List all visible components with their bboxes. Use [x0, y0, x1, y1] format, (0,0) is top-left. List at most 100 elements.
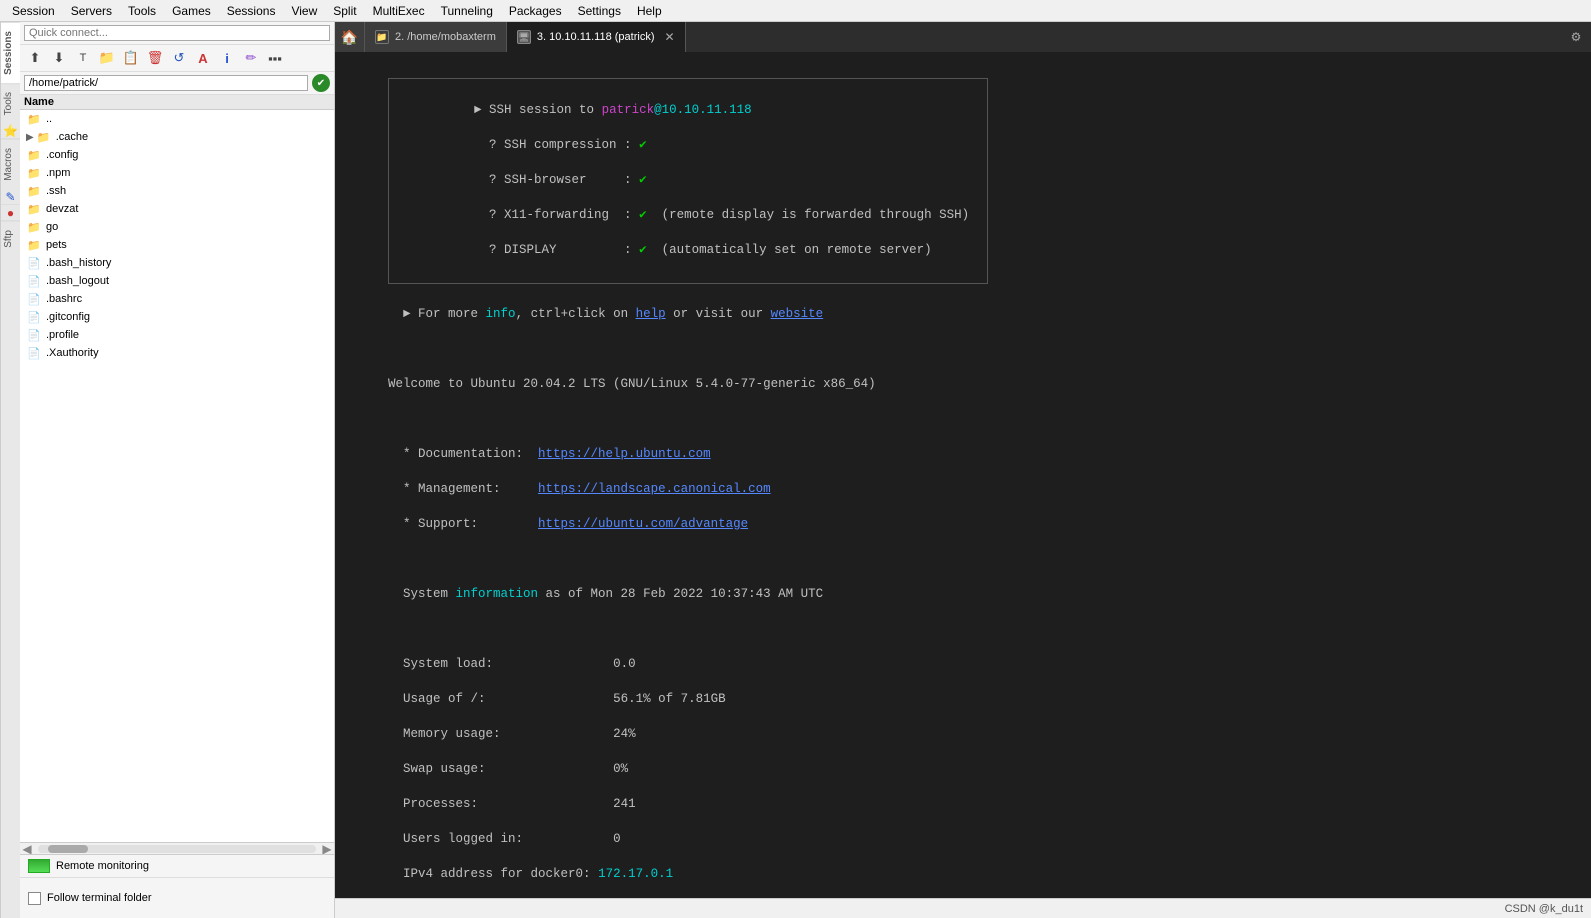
file-item-bash-history[interactable]: 📄 .bash_history [20, 254, 334, 272]
folder-icon: 📁 [26, 112, 42, 126]
support-link[interactable]: https://ubuntu.com/advantage [538, 517, 748, 531]
file-list[interactable]: 📁 .. ▶ 📁 .cache 📁 .config 📁 .npm 📁 .ssh [20, 110, 334, 842]
menu-servers[interactable]: Servers [63, 2, 120, 20]
sidebar-tab-tools[interactable]: Tools [1, 83, 20, 123]
path-bar: ✔ [20, 72, 334, 95]
tabs-bar: 🏠 📁 2. /home/mobaxterm 🖥 3. 10.10.11.118… [335, 22, 1591, 52]
toolbar-upload[interactable]: ⬆ [24, 47, 46, 69]
folder-icon: 📁 [26, 238, 42, 252]
toolbar-highlight[interactable]: ✏ [240, 47, 262, 69]
toolbar-info[interactable]: i [216, 47, 238, 69]
right-area: 🏠 📁 2. /home/mobaxterm 🖥 3. 10.10.11.118… [335, 22, 1591, 918]
sidebar-dot-icon[interactable]: ● [1, 205, 20, 221]
file-icon: 📄 [26, 346, 42, 360]
script-icon: 📄 [26, 256, 42, 270]
tab-2-close[interactable]: ✕ [664, 30, 674, 44]
status-text: CSDN @k_du1t [1505, 903, 1583, 915]
menu-packages[interactable]: Packages [501, 2, 570, 20]
path-ok-button[interactable]: ✔ [312, 74, 330, 92]
file-name: .bash_history [46, 257, 111, 269]
sidebar-tab-sessions[interactable]: Sessions [1, 22, 20, 83]
file-panel: ⬆ ⬇ T 📁 📋 🗑 ↺ A i ✏ ▪▪▪ ✔ Name 📁 .. [20, 22, 335, 918]
menu-multiexec[interactable]: MultiExec [365, 2, 433, 20]
file-item-cache[interactable]: ▶ 📁 .cache [20, 128, 334, 146]
file-icon: 📄 [26, 310, 42, 324]
file-item-gitconfig[interactable]: 📄 .gitconfig [20, 308, 334, 326]
file-panel-hscrollbar[interactable]: ◀ ▶ [20, 842, 334, 854]
sidebar-pencil-icon[interactable]: ✎ [1, 189, 20, 205]
vertical-sidebar-tabs: Sessions Tools ⭐ Macros ✎ ● Sftp [0, 22, 20, 918]
menu-settings[interactable]: Settings [570, 2, 629, 20]
toolbar-copy[interactable]: 📋 [120, 47, 142, 69]
file-item-profile[interactable]: 📄 .profile [20, 326, 334, 344]
tab-settings-button[interactable]: ⚙ [1561, 22, 1591, 52]
file-item-ssh[interactable]: 📁 .ssh [20, 182, 334, 200]
quick-connect-input[interactable] [24, 25, 330, 41]
toolbar-more[interactable]: ▪▪▪ [264, 47, 286, 69]
follow-terminal-checkbox[interactable] [28, 892, 41, 905]
folder-icon: 📁 [26, 166, 42, 180]
monitor-icon [28, 859, 50, 873]
file-name: .bash_logout [46, 275, 109, 287]
file-name: devzat [46, 203, 78, 215]
folder-icon: 📁 [26, 202, 42, 216]
sidebar-star-icon[interactable]: ⭐ [1, 123, 20, 139]
file-item-pets[interactable]: 📁 pets [20, 236, 334, 254]
toolbar-edit[interactable]: A [192, 47, 214, 69]
mgmt-link[interactable]: https://landscape.canonical.com [538, 482, 771, 496]
follow-terminal-option[interactable]: Follow terminal folder [20, 878, 334, 918]
file-name: .profile [46, 329, 79, 341]
sidebar-tab-macros[interactable]: Macros [1, 139, 20, 189]
file-item-go[interactable]: 📁 go [20, 218, 334, 236]
file-item-config[interactable]: 📁 .config [20, 146, 334, 164]
doc-link[interactable]: https://help.ubuntu.com [538, 447, 711, 461]
file-toolbar: ⬆ ⬇ T 📁 📋 🗑 ↺ A i ✏ ▪▪▪ [20, 45, 334, 72]
tab-folder-icon: 📁 [375, 30, 389, 44]
file-item-bashrc[interactable]: 📄 .bashrc [20, 290, 334, 308]
tab-1-label: 2. /home/mobaxterm [395, 31, 496, 43]
toolbar-refresh[interactable]: ↺ [168, 47, 190, 69]
file-name: .cache [56, 131, 88, 143]
menu-sessions[interactable]: Sessions [219, 2, 284, 20]
file-item-npm[interactable]: 📁 .npm [20, 164, 334, 182]
menu-session[interactable]: Session [4, 2, 63, 20]
follow-terminal-label: Follow terminal folder [47, 892, 152, 904]
toolbar-download[interactable]: ⬇ [48, 47, 70, 69]
menubar: Session Servers Tools Games Sessions Vie… [0, 0, 1591, 22]
scrollbar-track[interactable] [38, 845, 316, 853]
menu-view[interactable]: View [283, 2, 325, 20]
toolbar-new-folder[interactable]: 📁 [96, 47, 118, 69]
menu-games[interactable]: Games [164, 2, 219, 20]
menu-tools[interactable]: Tools [120, 2, 164, 20]
tab-home-button[interactable]: 🏠 [335, 22, 365, 52]
menu-help[interactable]: Help [629, 2, 670, 20]
file-name: .gitconfig [46, 311, 90, 323]
folder-icon: 📁 [26, 148, 42, 162]
file-name: go [46, 221, 58, 233]
file-name: .config [46, 149, 78, 161]
menu-tunneling[interactable]: Tunneling [433, 2, 501, 20]
toolbar-rename[interactable]: T [72, 47, 94, 69]
path-input[interactable] [24, 75, 308, 91]
terminal[interactable]: ► SSH session to patrick@10.10.11.118 ? … [335, 52, 1591, 898]
remote-monitoring-button[interactable]: Remote monitoring [20, 855, 334, 878]
file-name: .ssh [46, 185, 66, 197]
file-item-bash-logout[interactable]: 📄 .bash_logout [20, 272, 334, 290]
file-item-xauthority[interactable]: 📄 .Xauthority [20, 344, 334, 362]
folder-icon: 📁 [26, 220, 42, 234]
folder-icon: 📁 [36, 130, 52, 144]
scrollbar-thumb[interactable] [48, 845, 88, 853]
sidebar-tab-sftp[interactable]: Sftp [1, 221, 20, 256]
tab-2-label: 3. 10.10.11.118 (patrick) [537, 31, 655, 43]
menu-split[interactable]: Split [325, 2, 364, 20]
tab-2[interactable]: 🖥 3. 10.10.11.118 (patrick) ✕ [507, 22, 686, 52]
file-item-devzat[interactable]: 📁 devzat [20, 200, 334, 218]
tab-1[interactable]: 📁 2. /home/mobaxterm [365, 22, 507, 52]
terminal-welcome: Welcome to Ubuntu 20.04.2 LTS (GNU/Linux… [388, 377, 876, 391]
tab-ssh-icon: 🖥 [517, 30, 531, 44]
status-bar: CSDN @k_du1t [335, 898, 1591, 918]
file-item-dotdot[interactable]: 📁 .. [20, 110, 334, 128]
file-name: .Xauthority [46, 347, 99, 359]
file-name: .npm [46, 167, 70, 179]
toolbar-delete[interactable]: 🗑 [144, 47, 166, 69]
